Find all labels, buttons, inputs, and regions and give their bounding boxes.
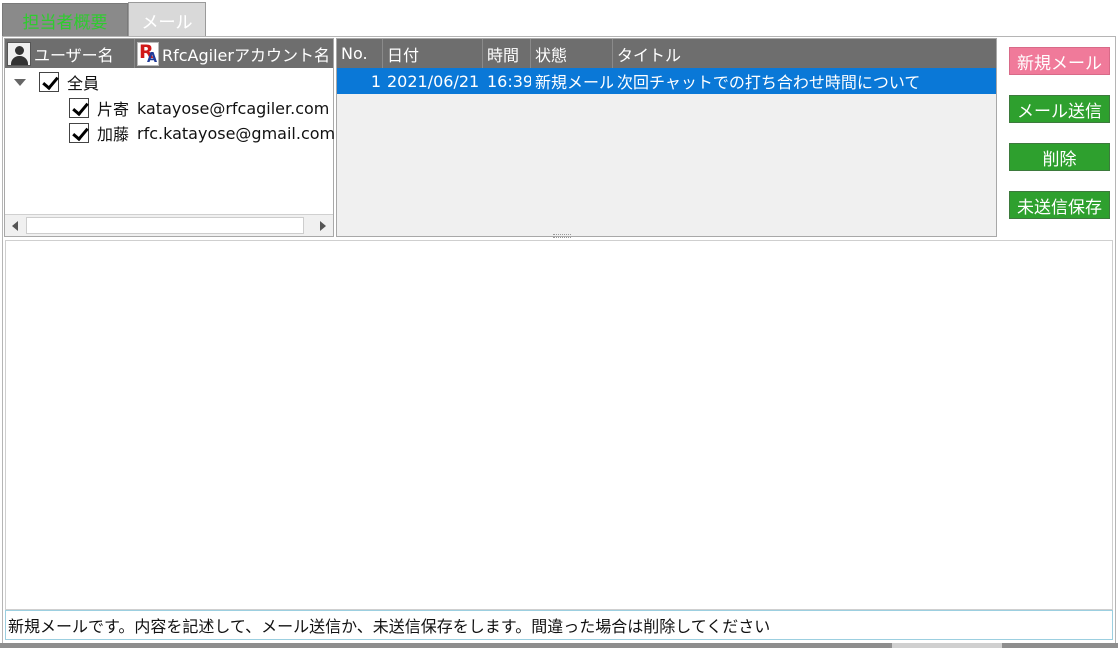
- member-email: rfc.katayose@gmail.com: [137, 123, 336, 143]
- tab-label: メール: [141, 13, 193, 33]
- tab-bar: 担当者概要 メール: [0, 0, 1118, 38]
- scroll-right-icon[interactable]: [313, 215, 333, 236]
- user-icon: [7, 41, 31, 66]
- scroll-left-icon[interactable]: [5, 215, 25, 236]
- scrollbar-thumb[interactable]: [892, 643, 1002, 648]
- cell-date: 2021/06/21: [387, 71, 480, 91]
- tab-contact-overview[interactable]: 担当者概要: [2, 3, 128, 37]
- column-header-no[interactable]: No.: [337, 39, 383, 68]
- tab-mail[interactable]: メール: [128, 2, 206, 38]
- horizontal-scrollbar[interactable]: [5, 214, 333, 236]
- checkbox-all[interactable]: [39, 72, 59, 92]
- status-message: 新規メールです。内容を記述して、メール送信か、未送信保存をします。間違った場合は…: [5, 610, 1113, 640]
- column-header-user-name[interactable]: ユーザー名: [5, 39, 135, 68]
- tree-node-member[interactable]: 片寄 katayose@rfcagiler.com: [69, 95, 329, 121]
- cell-no: 1: [370, 71, 381, 91]
- splitter-grip[interactable]: [553, 234, 571, 238]
- tree-body: 全員 片寄 katayose@rfcagiler.com 加藤 rfc.kata…: [5, 68, 335, 214]
- checkbox-member[interactable]: [69, 98, 89, 118]
- cell-title: 次回チャットでの打ち合わせ時間について: [617, 73, 921, 92]
- send-mail-button[interactable]: メール送信: [1009, 95, 1110, 123]
- member-email: katayose@rfcagiler.com: [137, 98, 330, 118]
- mail-list-table: No. 日付 時間 状態 タイトル 1 2021/06/21 16:39 新規メ…: [336, 38, 997, 238]
- cell-status: 新規メール: [535, 73, 613, 92]
- recipient-tree: ユーザー名 RA RfcAgilerアカウント名 全員 片寄 katayose@…: [4, 38, 335, 237]
- checkbox-member[interactable]: [69, 123, 89, 143]
- save-unsent-button[interactable]: 未送信保存: [1009, 191, 1110, 219]
- table-row[interactable]: 1 2021/06/21 16:39 新規メール 次回チャットでの打ち合わせ時間…: [337, 68, 996, 94]
- column-header-title[interactable]: タイトル: [613, 39, 996, 68]
- cell-time: 16:39: [487, 71, 531, 91]
- column-header-date[interactable]: 日付: [383, 39, 483, 68]
- mail-window: 担当者概要 メール ユーザー名 RA RfcAgilerアカウント名 全員 片寄…: [0, 0, 1118, 648]
- tree-node-member[interactable]: 加藤 rfc.katayose@gmail.com: [69, 120, 335, 146]
- tree-node-all[interactable]: 全員: [13, 69, 107, 95]
- member-name: 片寄: [97, 100, 130, 119]
- scrollbar-thumb[interactable]: [26, 217, 304, 234]
- bottom-scrollbar[interactable]: [0, 643, 1118, 648]
- delete-button[interactable]: 削除: [1009, 143, 1110, 171]
- tree-node-label: 全員: [67, 74, 100, 93]
- tree-header: ユーザー名 RA RfcAgilerアカウント名: [5, 39, 333, 68]
- column-label: RfcAgilerアカウント名: [162, 45, 330, 65]
- chevron-down-icon[interactable]: [13, 75, 27, 89]
- rfcagiler-logo-icon: RA: [137, 40, 159, 66]
- member-name: 加藤: [97, 125, 130, 144]
- column-header-account-name[interactable]: RA RfcAgilerアカウント名: [135, 39, 333, 68]
- column-header-time[interactable]: 時間: [483, 39, 531, 68]
- tab-label: 担当者概要: [22, 13, 108, 33]
- column-label: ユーザー名: [34, 45, 114, 65]
- mail-body-editor[interactable]: [5, 240, 1113, 610]
- mail-list-header: No. 日付 時間 状態 タイトル: [337, 39, 996, 68]
- column-header-status[interactable]: 状態: [531, 39, 613, 68]
- new-mail-button[interactable]: 新規メール: [1009, 47, 1110, 75]
